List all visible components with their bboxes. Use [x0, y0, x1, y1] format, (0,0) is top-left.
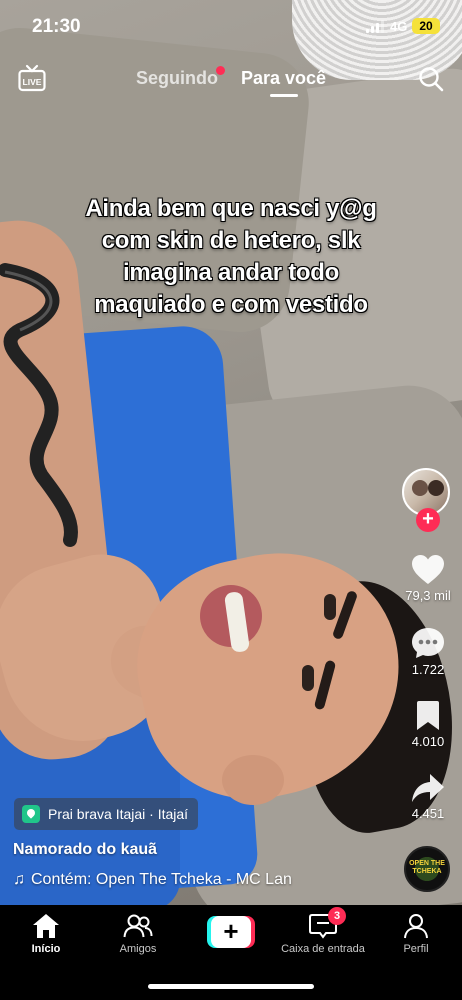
heart-icon: [412, 555, 444, 584]
tab-amigos[interactable]: Amigos: [93, 913, 183, 955]
tab-caixa-de-entrada[interactable]: Caixa de entrada 3: [278, 907, 368, 955]
caption-line: Ainda bem que nasci y@g: [85, 195, 377, 222]
tab-label: Perfil: [403, 943, 429, 955]
location-label: Prai brava Itajai · Itajaí: [48, 806, 189, 822]
tab-inicio[interactable]: Início: [1, 913, 91, 955]
music-disc[interactable]: OPEN THE TCHEKA: [404, 846, 450, 892]
video-eye: [302, 665, 314, 691]
battery-icon: 20: [412, 18, 440, 34]
video-caption-overlay: Ainda bem que nasci y@g com skin de hete…: [40, 193, 422, 321]
tiktok-screen: 21:30 4G 20 LIVE Seguindo Para você Aind…: [0, 0, 462, 1000]
share-count: 4.451: [411, 806, 445, 821]
status-time: 21:30: [32, 16, 81, 37]
video-player[interactable]: [0, 0, 462, 905]
home-icon: [33, 914, 59, 938]
tab-perfil[interactable]: Perfil: [371, 913, 461, 955]
search-icon[interactable]: [418, 66, 444, 92]
notification-dot: [216, 66, 225, 75]
sound-link[interactable]: ♫ Contém: Open The Tcheka - MC Lan: [13, 871, 292, 889]
like-count: 79,3 mil: [405, 588, 451, 603]
share-button[interactable]: 4.451: [400, 772, 456, 821]
caption-line: imagina andar todo: [123, 259, 339, 286]
bookmark-icon: [417, 701, 439, 730]
home-indicator[interactable]: [148, 984, 314, 989]
tab-label: Caixa de entrada: [281, 943, 365, 955]
comment-button[interactable]: 1.722: [400, 626, 456, 677]
plus-icon: +: [211, 916, 251, 948]
video-eye: [324, 594, 336, 620]
signal-icon: [366, 20, 384, 33]
inbox-badge: 3: [328, 907, 346, 925]
status-bar: 21:30 4G 20: [0, 0, 462, 52]
tab-seguindo[interactable]: Seguindo: [136, 68, 218, 89]
music-note-icon: ♫: [13, 871, 25, 888]
tab-label: Início: [31, 943, 61, 955]
create-button[interactable]: +: [207, 916, 255, 948]
caption-line: com skin de hetero, slk: [101, 227, 361, 254]
profile-icon: [404, 914, 428, 939]
video-ear: [222, 755, 284, 805]
location-pin-icon: [22, 805, 40, 823]
battery-level: 20: [419, 19, 433, 33]
comment-count: 1.722: [411, 662, 445, 677]
feed-tabs: Seguindo Para você: [0, 66, 462, 106]
tab-para-voce[interactable]: Para você: [241, 68, 326, 89]
comment-icon: [412, 628, 444, 658]
active-tab-indicator: [270, 94, 298, 97]
like-button[interactable]: 79,3 mil: [400, 554, 456, 603]
follow-button[interactable]: +: [416, 508, 440, 532]
sound-label: Contém: Open The Tcheka - MC Lan: [31, 871, 292, 888]
location-tag[interactable]: Prai brava Itajai · Itajaí: [14, 798, 199, 830]
save-count: 4.010: [411, 734, 445, 749]
author-name[interactable]: Namorado do kauã: [13, 841, 157, 859]
friends-icon: [123, 914, 153, 938]
caption-line: maquiado e com vestido: [94, 291, 368, 318]
tab-label: Amigos: [119, 943, 157, 955]
save-button[interactable]: 4.010: [400, 700, 456, 749]
share-icon: [412, 774, 444, 802]
network-type: 4G: [390, 19, 408, 34]
